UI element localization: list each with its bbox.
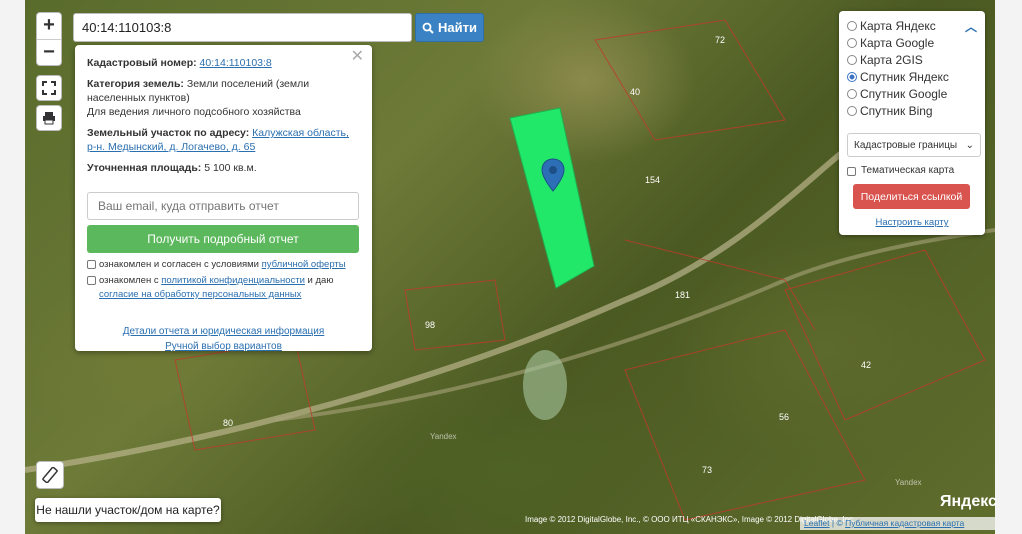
overlay-select[interactable]: Кадастровые границы ⌄ <box>847 133 981 157</box>
overlay-select-value: Кадастровые границы <box>854 139 958 151</box>
area-value: 5 100 кв.м. <box>204 162 257 174</box>
plot-number: 98 <box>425 320 436 330</box>
plot-number: 72 <box>715 35 726 45</box>
map-layers-panel: ︿ Карта Яндекс Карта Google Карта 2GIS С… <box>839 11 985 235</box>
email-field[interactable] <box>87 192 359 220</box>
zoom-out-button[interactable]: − <box>37 38 61 65</box>
plot-number: 73 <box>702 465 713 475</box>
printer-icon <box>43 112 55 125</box>
consent-text: ознакомлен и согласен с условиями <box>99 259 262 270</box>
radio-button[interactable] <box>847 54 857 65</box>
layer-label: Спутник Bing <box>860 103 933 118</box>
yandex-watermark: Yandex <box>895 478 922 487</box>
expand-icon <box>42 81 56 95</box>
get-report-button[interactable]: Получить подробный отчет <box>87 225 359 253</box>
cadastral-label: Кадастровый номер: <box>87 57 197 69</box>
not-found-button[interactable]: Не нашли участок/дом на карте? <box>35 498 221 522</box>
report-details-link[interactable]: Детали отчета и юридическая информация <box>123 326 325 337</box>
plot-number: 181 <box>675 290 691 300</box>
radio-button[interactable] <box>847 105 857 116</box>
privacy-checkbox[interactable] <box>87 276 96 285</box>
right-margin <box>995 0 1022 534</box>
layer-option[interactable]: Карта Google <box>847 34 977 51</box>
layer-label: Спутник Google <box>860 86 948 101</box>
layer-label: Карта Google <box>860 35 935 50</box>
layer-label: Карта 2GIS <box>860 52 923 67</box>
search-button[interactable]: Найти <box>415 13 484 42</box>
offer-checkbox[interactable] <box>87 260 96 269</box>
radio-button[interactable] <box>847 88 857 99</box>
close-icon[interactable]: ✕ <box>351 49 364 65</box>
category-label: Категория земель: <box>87 78 184 90</box>
radio-button[interactable] <box>847 37 857 48</box>
ruler-icon <box>42 467 58 483</box>
chevron-down-icon: ⌄ <box>965 139 974 151</box>
layer-option[interactable]: Спутник Bing <box>847 102 977 119</box>
privacy-link[interactable]: политикой конфиденциальности <box>161 275 305 286</box>
consent-text: ознакомлен с <box>99 275 162 286</box>
address-label: Земельный участок по адресу: <box>87 127 250 139</box>
configure-map-link[interactable]: Настроить карту <box>876 217 949 228</box>
use-value: Для ведения личного подсобного хозяйства <box>87 106 301 118</box>
chevron-up-icon[interactable]: ︿ <box>965 18 977 35</box>
thematic-map-toggle[interactable]: Тематическая карта <box>847 165 977 176</box>
left-margin <box>0 0 25 534</box>
cadastral-search-input[interactable]: 40:14:110103:8 <box>73 13 412 42</box>
data-processing-link[interactable]: согласие на обработку персональных данны… <box>99 289 301 300</box>
yandex-watermark: Yandex <box>430 432 457 441</box>
radio-button[interactable] <box>847 20 857 31</box>
source-link[interactable]: Публичная кадастровая карта <box>845 518 964 528</box>
privacy-consent[interactable]: ознакомлен с политикой конфиденциальност… <box>87 274 360 302</box>
manual-selection-link[interactable]: Ручной выбор вариантов <box>165 341 282 352</box>
search-icon <box>422 22 434 34</box>
fullscreen-button[interactable] <box>36 75 62 101</box>
yandex-logo: Яндекс <box>940 493 997 510</box>
area-label: Уточненная площадь: <box>87 162 202 174</box>
thematic-checkbox[interactable] <box>847 167 856 176</box>
measure-button[interactable] <box>36 461 64 489</box>
plot-number: 40 <box>630 87 641 97</box>
layer-option[interactable]: Спутник Google <box>847 85 977 102</box>
offer-link[interactable]: публичной оферты <box>262 259 346 270</box>
parcel-info-popup: ✕ Кадастровый номер: 40:14:110103:8 Кате… <box>75 45 372 352</box>
plot-number: 42 <box>861 360 872 370</box>
plot-number: 80 <box>223 418 234 428</box>
plot-number: 56 <box>779 412 790 422</box>
search-button-label: Найти <box>438 20 477 35</box>
zoom-in-button[interactable]: + <box>37 13 61 39</box>
map-pin-icon[interactable] <box>541 158 565 192</box>
thematic-label: Тематическая карта <box>861 165 955 176</box>
layer-label: Спутник Яндекс <box>860 69 949 84</box>
leaflet-link[interactable]: Leaflet <box>804 518 830 528</box>
offer-consent[interactable]: ознакомлен и согласен с условиями публич… <box>87 258 360 272</box>
map-attribution: Leaflet | © Публичная кадастровая карта <box>800 517 995 530</box>
plot-number: 154 <box>645 175 661 185</box>
share-link-button[interactable]: Поделиться ссылкой <box>853 184 970 209</box>
layer-label: Карта Яндекс <box>860 18 936 33</box>
layer-option[interactable]: Карта Яндекс <box>847 17 977 34</box>
layer-option[interactable]: Спутник Яндекс <box>847 68 977 85</box>
zoom-control: + − <box>36 12 62 66</box>
consent-text: и даю <box>304 275 334 286</box>
cadastral-link[interactable]: 40:14:110103:8 <box>200 57 272 69</box>
layer-option[interactable]: Карта 2GIS <box>847 51 977 68</box>
selected-parcel[interactable] <box>509 107 595 289</box>
radio-button-selected[interactable] <box>847 71 857 82</box>
print-button[interactable] <box>36 105 62 131</box>
